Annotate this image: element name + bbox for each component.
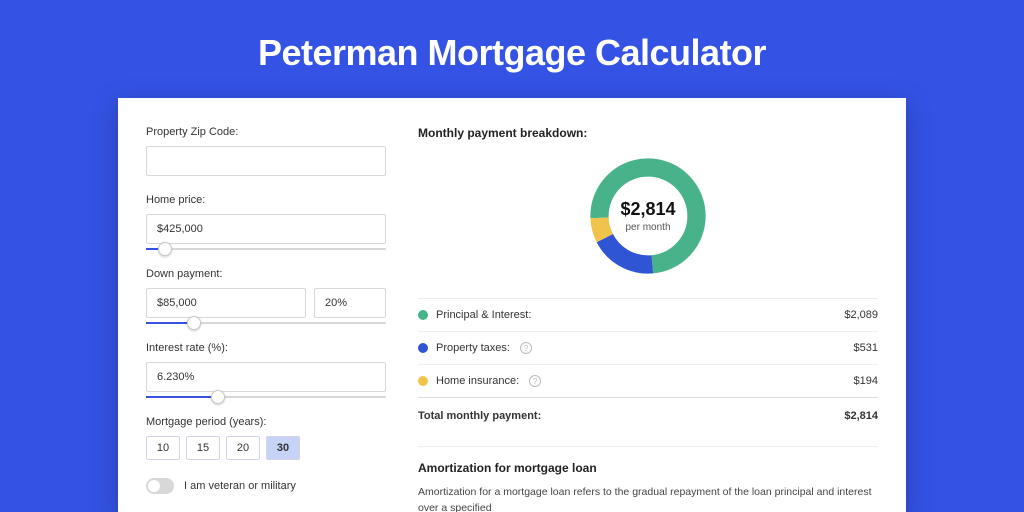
legend: Principal & Interest: $2,089 Property ta…	[418, 298, 878, 432]
breakdown-title: Monthly payment breakdown:	[418, 126, 878, 140]
home-price-input[interactable]	[146, 214, 386, 244]
veteran-label: I am veteran or military	[184, 480, 296, 492]
legend-value: $2,089	[844, 309, 878, 321]
donut-chart-wrap: $2,814 per month	[418, 144, 878, 298]
breakdown-column: Monthly payment breakdown: $2,814 per mo…	[406, 126, 878, 512]
legend-dot-icon	[418, 376, 428, 386]
amortization-title: Amortization for mortgage loan	[418, 461, 878, 475]
info-icon[interactable]: ?	[529, 375, 541, 387]
legend-label: Home insurance:	[436, 375, 519, 387]
donut-center: $2,814 per month	[584, 152, 712, 280]
interest-rate-field: Interest rate (%):	[146, 342, 386, 398]
period-label: Mortgage period (years):	[146, 416, 386, 428]
calculator-card: Property Zip Code: Home price: Down paym…	[118, 98, 906, 512]
veteran-row: I am veteran or military	[146, 478, 386, 494]
donut-sub: per month	[625, 222, 670, 233]
zip-label: Property Zip Code:	[146, 126, 386, 138]
legend-row: Principal & Interest: $2,089	[418, 298, 878, 331]
form-column: Property Zip Code: Home price: Down paym…	[146, 126, 386, 512]
period-button-30[interactable]: 30	[266, 436, 300, 460]
amortization-section: Amortization for mortgage loan Amortizat…	[418, 446, 878, 512]
zip-field: Property Zip Code:	[146, 126, 386, 176]
veteran-toggle[interactable]	[146, 478, 174, 494]
toggle-knob-icon	[148, 480, 160, 492]
home-price-field: Home price:	[146, 194, 386, 250]
period-button-10[interactable]: 10	[146, 436, 180, 460]
legend-total-value: $2,814	[844, 410, 878, 422]
legend-dot-icon	[418, 343, 428, 353]
slider-thumb-icon[interactable]	[187, 316, 201, 330]
down-payment-field: Down payment:	[146, 268, 386, 324]
donut-chart: $2,814 per month	[584, 152, 712, 280]
down-payment-input[interactable]	[146, 288, 306, 318]
legend-total-label: Total monthly payment:	[418, 410, 541, 422]
legend-total-row: Total monthly payment: $2,814	[418, 397, 878, 432]
down-payment-slider[interactable]	[146, 322, 386, 324]
home-price-label: Home price:	[146, 194, 386, 206]
slider-thumb-icon[interactable]	[211, 390, 225, 404]
legend-value: $531	[854, 342, 878, 354]
period-button-15[interactable]: 15	[186, 436, 220, 460]
slider-thumb-icon[interactable]	[158, 242, 172, 256]
interest-rate-input[interactable]	[146, 362, 386, 392]
legend-dot-icon	[418, 310, 428, 320]
legend-row: Property taxes: ? $531	[418, 331, 878, 364]
down-payment-label: Down payment:	[146, 268, 386, 280]
down-payment-pct-input[interactable]	[314, 288, 386, 318]
legend-row: Home insurance: ? $194	[418, 364, 878, 397]
amortization-text: Amortization for a mortgage loan refers …	[418, 485, 878, 512]
period-button-20[interactable]: 20	[226, 436, 260, 460]
legend-label: Property taxes:	[436, 342, 510, 354]
interest-rate-slider[interactable]	[146, 396, 386, 398]
info-icon[interactable]: ?	[520, 342, 532, 354]
period-field: Mortgage period (years): 10152030	[146, 416, 386, 460]
home-price-slider[interactable]	[146, 248, 386, 250]
zip-input[interactable]	[146, 146, 386, 176]
interest-rate-label: Interest rate (%):	[146, 342, 386, 354]
donut-amount: $2,814	[620, 199, 675, 220]
page-title: Peterman Mortgage Calculator	[0, 0, 1024, 98]
period-options: 10152030	[146, 436, 386, 460]
legend-value: $194	[854, 375, 878, 387]
legend-label: Principal & Interest:	[436, 309, 531, 321]
